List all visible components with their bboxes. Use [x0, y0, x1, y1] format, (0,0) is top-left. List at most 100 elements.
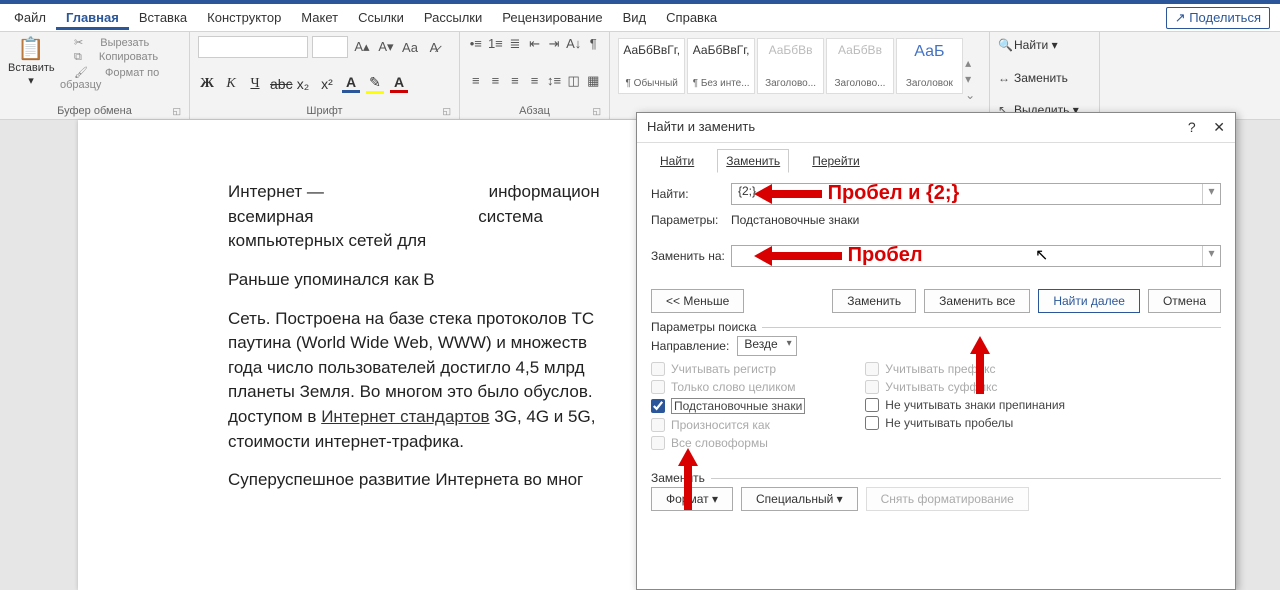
underline-button[interactable]: Ч — [246, 76, 264, 92]
paste-button[interactable]: 📋 Вставить ▾ — [8, 36, 54, 91]
ribbon: 📋 Вставить ▾ ✂ Вырезать ⧉ Копировать 🖌 Ф… — [0, 32, 1280, 120]
less-button[interactable]: << Меньше — [651, 289, 744, 313]
menu-home[interactable]: Главная — [56, 6, 129, 30]
para-launcher-icon[interactable]: ◱ — [592, 106, 601, 117]
indent-inc-icon[interactable]: ⇥ — [546, 36, 562, 52]
replace-button[interactable]: ↔Заменить — [998, 69, 1091, 87]
italic-button[interactable]: К — [222, 76, 240, 92]
group-font: A▴ A▾ Aa A̷ Ж К Ч abc x₂ x² A ✎ A Шрифт ◱ — [190, 32, 460, 119]
style-heading1[interactable]: АаБбВвЗаголово... — [757, 38, 824, 94]
menu-mailings[interactable]: Рассылки — [414, 6, 492, 29]
chk-wildcards[interactable]: Подстановочные знаки — [651, 398, 805, 414]
indent-dec-icon[interactable]: ⇤ — [527, 36, 543, 52]
find-button[interactable]: 🔍Найти ▾ — [998, 36, 1091, 54]
styles-scroll[interactable]: ▴ ▾ ⌄ — [965, 38, 981, 119]
find-label: Найти: — [651, 187, 731, 201]
find-next-button[interactable]: Найти далее — [1038, 289, 1140, 313]
replace-input[interactable]: ▾ — [731, 245, 1221, 267]
tab-replace[interactable]: Заменить — [717, 149, 789, 173]
justify-icon[interactable]: ≡ — [527, 73, 543, 89]
menu-review[interactable]: Рецензирование — [492, 6, 612, 29]
find-input[interactable]: {2;}▾ — [731, 183, 1221, 205]
direction-select[interactable]: Везде — [737, 336, 796, 356]
cancel-button[interactable]: Отмена — [1148, 289, 1221, 313]
group-clipboard: 📋 Вставить ▾ ✂ Вырезать ⧉ Копировать 🖌 Ф… — [0, 32, 190, 119]
change-case-icon[interactable]: Aa — [400, 37, 420, 57]
text: года число пользователей достигло 4,5 мл… — [228, 358, 585, 377]
group-font-label: Шрифт — [306, 105, 342, 117]
align-center-icon[interactable]: ≡ — [488, 73, 504, 89]
bold-button[interactable]: Ж — [198, 76, 216, 92]
sort-icon[interactable]: A↓ — [566, 36, 582, 52]
format-painter-button[interactable]: 🖌 Формат по образцу — [60, 66, 181, 91]
format-button[interactable]: Формат ▾ — [651, 487, 733, 511]
text-effects-button[interactable]: A — [342, 74, 360, 93]
font-size-select[interactable] — [312, 36, 348, 58]
borders-icon[interactable]: ▦ — [585, 73, 601, 89]
menu-file[interactable]: Файл — [4, 6, 56, 29]
style-nospacing[interactable]: АаБбВвГг,¶ Без инте... — [687, 38, 754, 94]
menu-insert[interactable]: Вставка — [129, 6, 197, 29]
numbering-icon[interactable]: 1≡ — [488, 36, 504, 52]
dialog-close-icon[interactable]: ✕ — [1213, 119, 1225, 135]
chk-ignore-punct[interactable]: Не учитывать знаки препинания — [865, 398, 1065, 412]
group-para-label: Абзац — [519, 105, 550, 117]
style-title[interactable]: АаБЗаголовок — [896, 38, 963, 94]
styles-expand-icon[interactable]: ⌄ — [965, 88, 981, 102]
superscript-button[interactable]: x² — [318, 76, 336, 92]
chevron-up-icon[interactable]: ▴ — [965, 56, 981, 70]
replace-one-button[interactable]: Заменить — [832, 289, 916, 313]
replace-dropdown-icon[interactable]: ▾ — [1202, 246, 1220, 266]
dialog-help-icon[interactable]: ? — [1188, 119, 1196, 135]
style-normal[interactable]: АаБбВвГг,¶ Обычный — [618, 38, 685, 94]
font-launcher-icon[interactable]: ◱ — [442, 106, 451, 117]
show-marks-icon[interactable]: ¶ — [585, 36, 601, 52]
tab-find[interactable]: Найти — [651, 149, 703, 173]
menubar: Файл Главная Вставка Конструктор Макет С… — [0, 4, 1280, 32]
font-name-select[interactable] — [198, 36, 308, 58]
menu-layout[interactable]: Макет — [291, 6, 348, 29]
cut-button[interactable]: ✂ Вырезать — [60, 36, 181, 49]
chk-whole-word: Только слово целиком — [651, 380, 805, 394]
params-label: Параметры: — [651, 213, 731, 227]
chk-sounds-like: Произносится как — [651, 418, 805, 432]
chevron-down-icon[interactable]: ▾ — [965, 72, 981, 86]
chk-suffix: Учитывать суффикс — [865, 380, 1065, 394]
special-button[interactable]: Специальный ▾ — [741, 487, 858, 511]
chk-word-forms: Все словоформы — [651, 436, 805, 450]
replace-label: Заменить на: — [651, 249, 731, 263]
clear-format-icon[interactable]: A̷ — [424, 37, 444, 57]
hyperlink[interactable]: Интернет стандартов — [321, 407, 489, 426]
text: система — [478, 207, 543, 226]
copy-button[interactable]: ⧉ Копировать — [60, 51, 181, 64]
line-spacing-icon[interactable]: ↕≡ — [546, 73, 562, 89]
tab-goto[interactable]: Перейти — [803, 149, 869, 173]
multilevel-icon[interactable]: ≣ — [507, 36, 523, 52]
replace-all-button[interactable]: Заменить все — [924, 289, 1030, 313]
text: 3G, 4G и 5G, — [490, 407, 596, 426]
text: планеты Земля. Во многом это было обусло… — [228, 382, 593, 401]
find-dropdown-icon[interactable]: ▾ — [1202, 184, 1220, 204]
menu-view[interactable]: Вид — [613, 6, 657, 29]
share-button[interactable]: Поделиться — [1166, 7, 1270, 29]
shading-icon[interactable]: ◫ — [566, 73, 582, 89]
strike-button[interactable]: abc — [270, 76, 288, 92]
menu-design[interactable]: Конструктор — [197, 6, 291, 29]
clipboard-launcher-icon[interactable]: ◱ — [172, 106, 181, 117]
shrink-font-icon[interactable]: A▾ — [376, 37, 396, 57]
dialog-title: Найти и заменить — [647, 119, 755, 136]
remove-formatting-button: Снять форматирование — [866, 487, 1029, 511]
text: всемирная — [228, 207, 313, 226]
subscript-button[interactable]: x₂ — [294, 76, 312, 92]
group-paragraph: •≡ 1≡ ≣ ⇤ ⇥ A↓ ¶ ≡ ≡ ≡ ≡ ↕≡ ◫ ▦ Абзац ◱ — [460, 32, 610, 119]
highlight-button[interactable]: ✎ — [366, 74, 384, 94]
align-left-icon[interactable]: ≡ — [468, 73, 484, 89]
menu-references[interactable]: Ссылки — [348, 6, 414, 29]
bullets-icon[interactable]: •≡ — [468, 36, 484, 52]
chk-ignore-spaces[interactable]: Не учитывать пробелы — [865, 416, 1065, 430]
font-color-button[interactable]: A — [390, 74, 408, 93]
grow-font-icon[interactable]: A▴ — [352, 37, 372, 57]
style-heading2[interactable]: АаБбВвЗаголово... — [826, 38, 893, 94]
align-right-icon[interactable]: ≡ — [507, 73, 523, 89]
menu-help[interactable]: Справка — [656, 6, 727, 29]
